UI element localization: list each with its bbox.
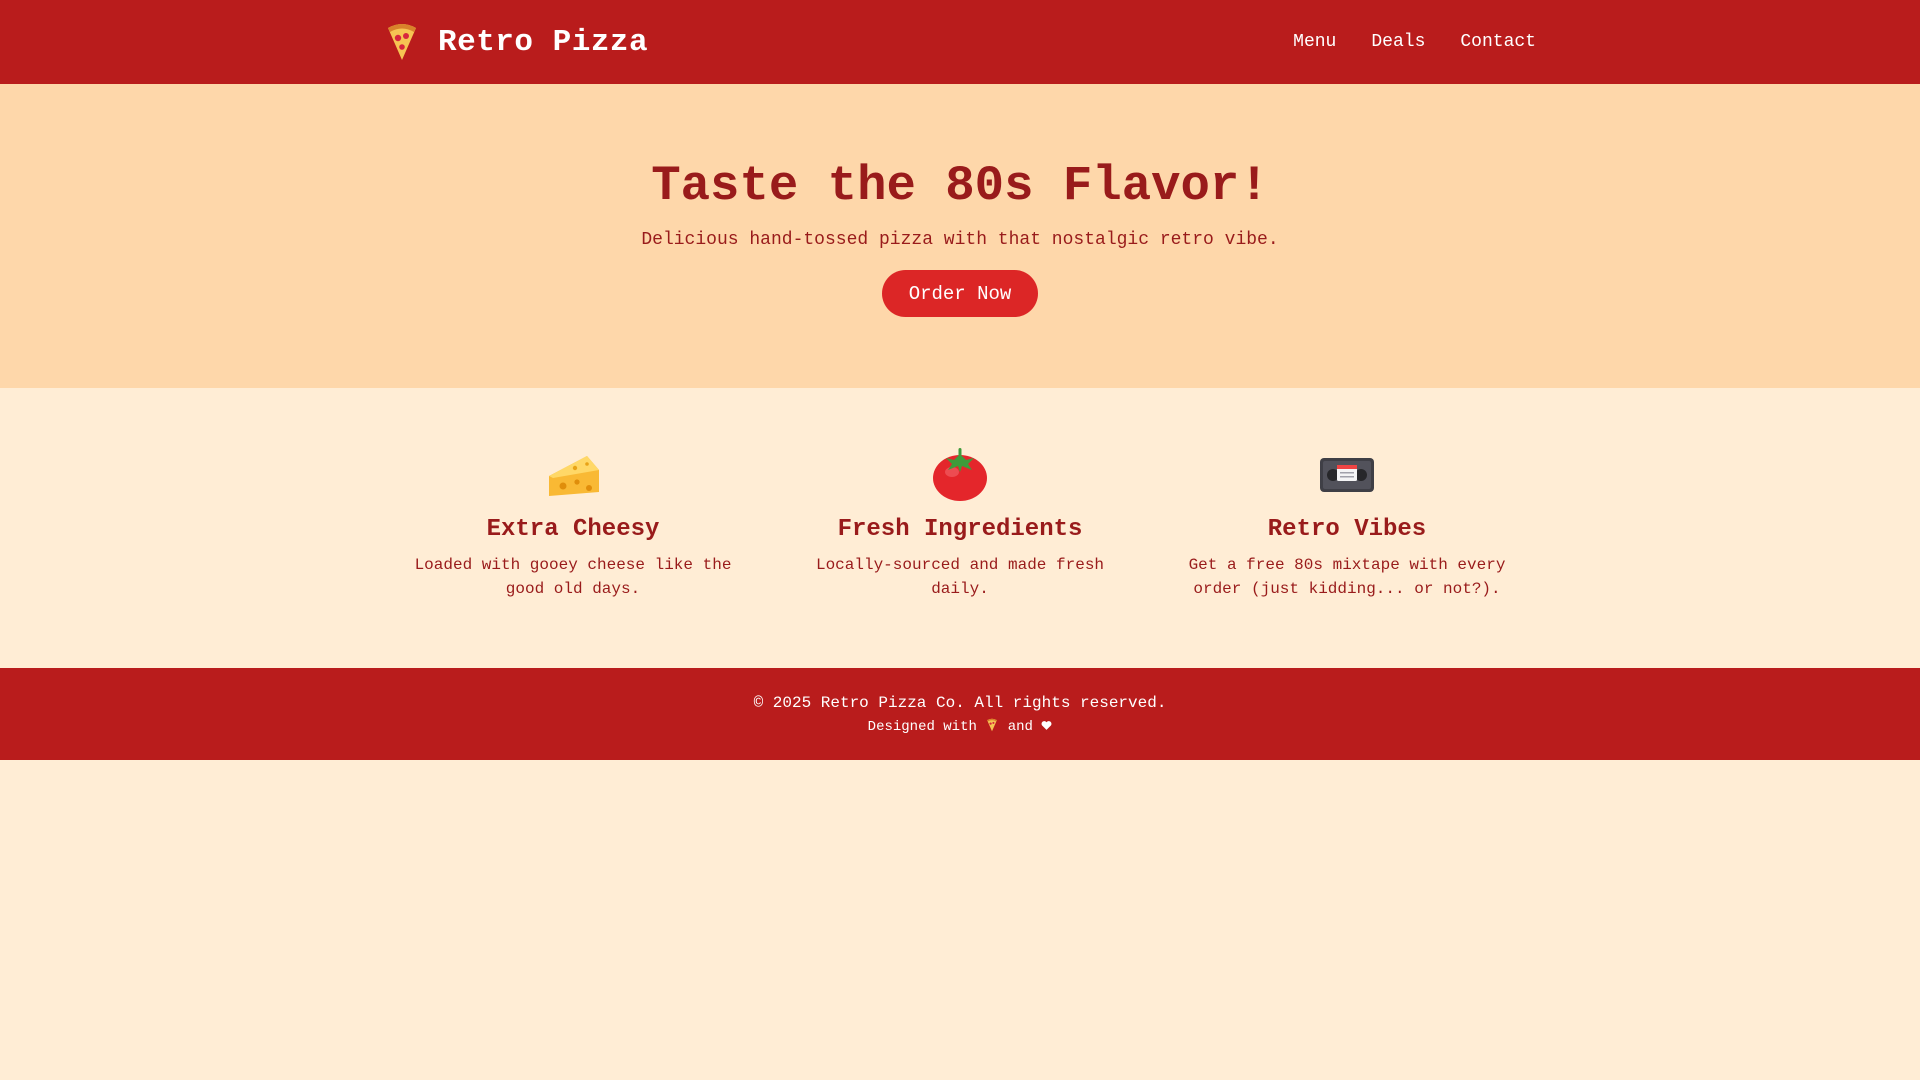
nav-menu-link[interactable]: Menu <box>1293 32 1336 52</box>
feature-description: Loaded with gooey cheese like the good o… <box>414 556 732 598</box>
heart-icon <box>1041 720 1052 731</box>
pizza-icon <box>384 22 420 62</box>
videocassette-icon <box>1317 446 1377 502</box>
nav-deals-link[interactable]: Deals <box>1371 32 1425 52</box>
footer-copyright: © 2025 Retro Pizza Co. All rights reserv… <box>753 694 1167 712</box>
features-section: Extra Cheesy Loaded with gooey cheese li… <box>0 388 1920 668</box>
hero-title: Taste the 80s Flavor! <box>651 158 1269 214</box>
feature-card-cheesy: Extra Cheesy Loaded with gooey cheese li… <box>408 446 738 601</box>
header-inner: Retro Pizza Menu Deals Contact <box>384 0 1536 84</box>
tomato-icon <box>930 446 990 502</box>
feature-title: Retro Vibes <box>1267 516 1427 543</box>
feature-title: Fresh Ingredients <box>837 516 1083 543</box>
pizza-icon <box>985 718 999 732</box>
site-header: Retro Pizza Menu Deals Contact <box>0 0 1920 84</box>
footer-credit: Designed with and <box>0 718 1920 735</box>
feature-title: Extra Cheesy <box>486 516 660 543</box>
site-footer: © 2025 Retro Pizza Co. All rights reserv… <box>0 668 1920 760</box>
hero-subtitle: Delicious hand-tossed pizza with that no… <box>641 230 1279 250</box>
brand-logo[interactable]: Retro Pizza <box>384 22 648 62</box>
order-now-button[interactable]: Order Now <box>882 270 1038 317</box>
main-nav: Menu Deals Contact <box>1258 32 1536 52</box>
brand-name: Retro Pizza <box>438 24 649 60</box>
feature-card-retro: Retro Vibes Get a free 80s mixtape with … <box>1182 446 1512 601</box>
feature-description: Get a free 80s mixtape with every order … <box>1188 556 1506 598</box>
hero-section: Taste the 80s Flavor! Delicious hand-tos… <box>0 84 1920 388</box>
feature-card-fresh: Fresh Ingredients Locally-sourced and ma… <box>795 446 1125 601</box>
nav-contact-link[interactable]: Contact <box>1460 32 1536 52</box>
footer-credit-and: and <box>1007 719 1033 735</box>
feature-description: Locally-sourced and made fresh daily. <box>815 556 1105 598</box>
cheese-icon <box>543 446 603 502</box>
footer-credit-prefix: Designed with <box>867 719 977 735</box>
